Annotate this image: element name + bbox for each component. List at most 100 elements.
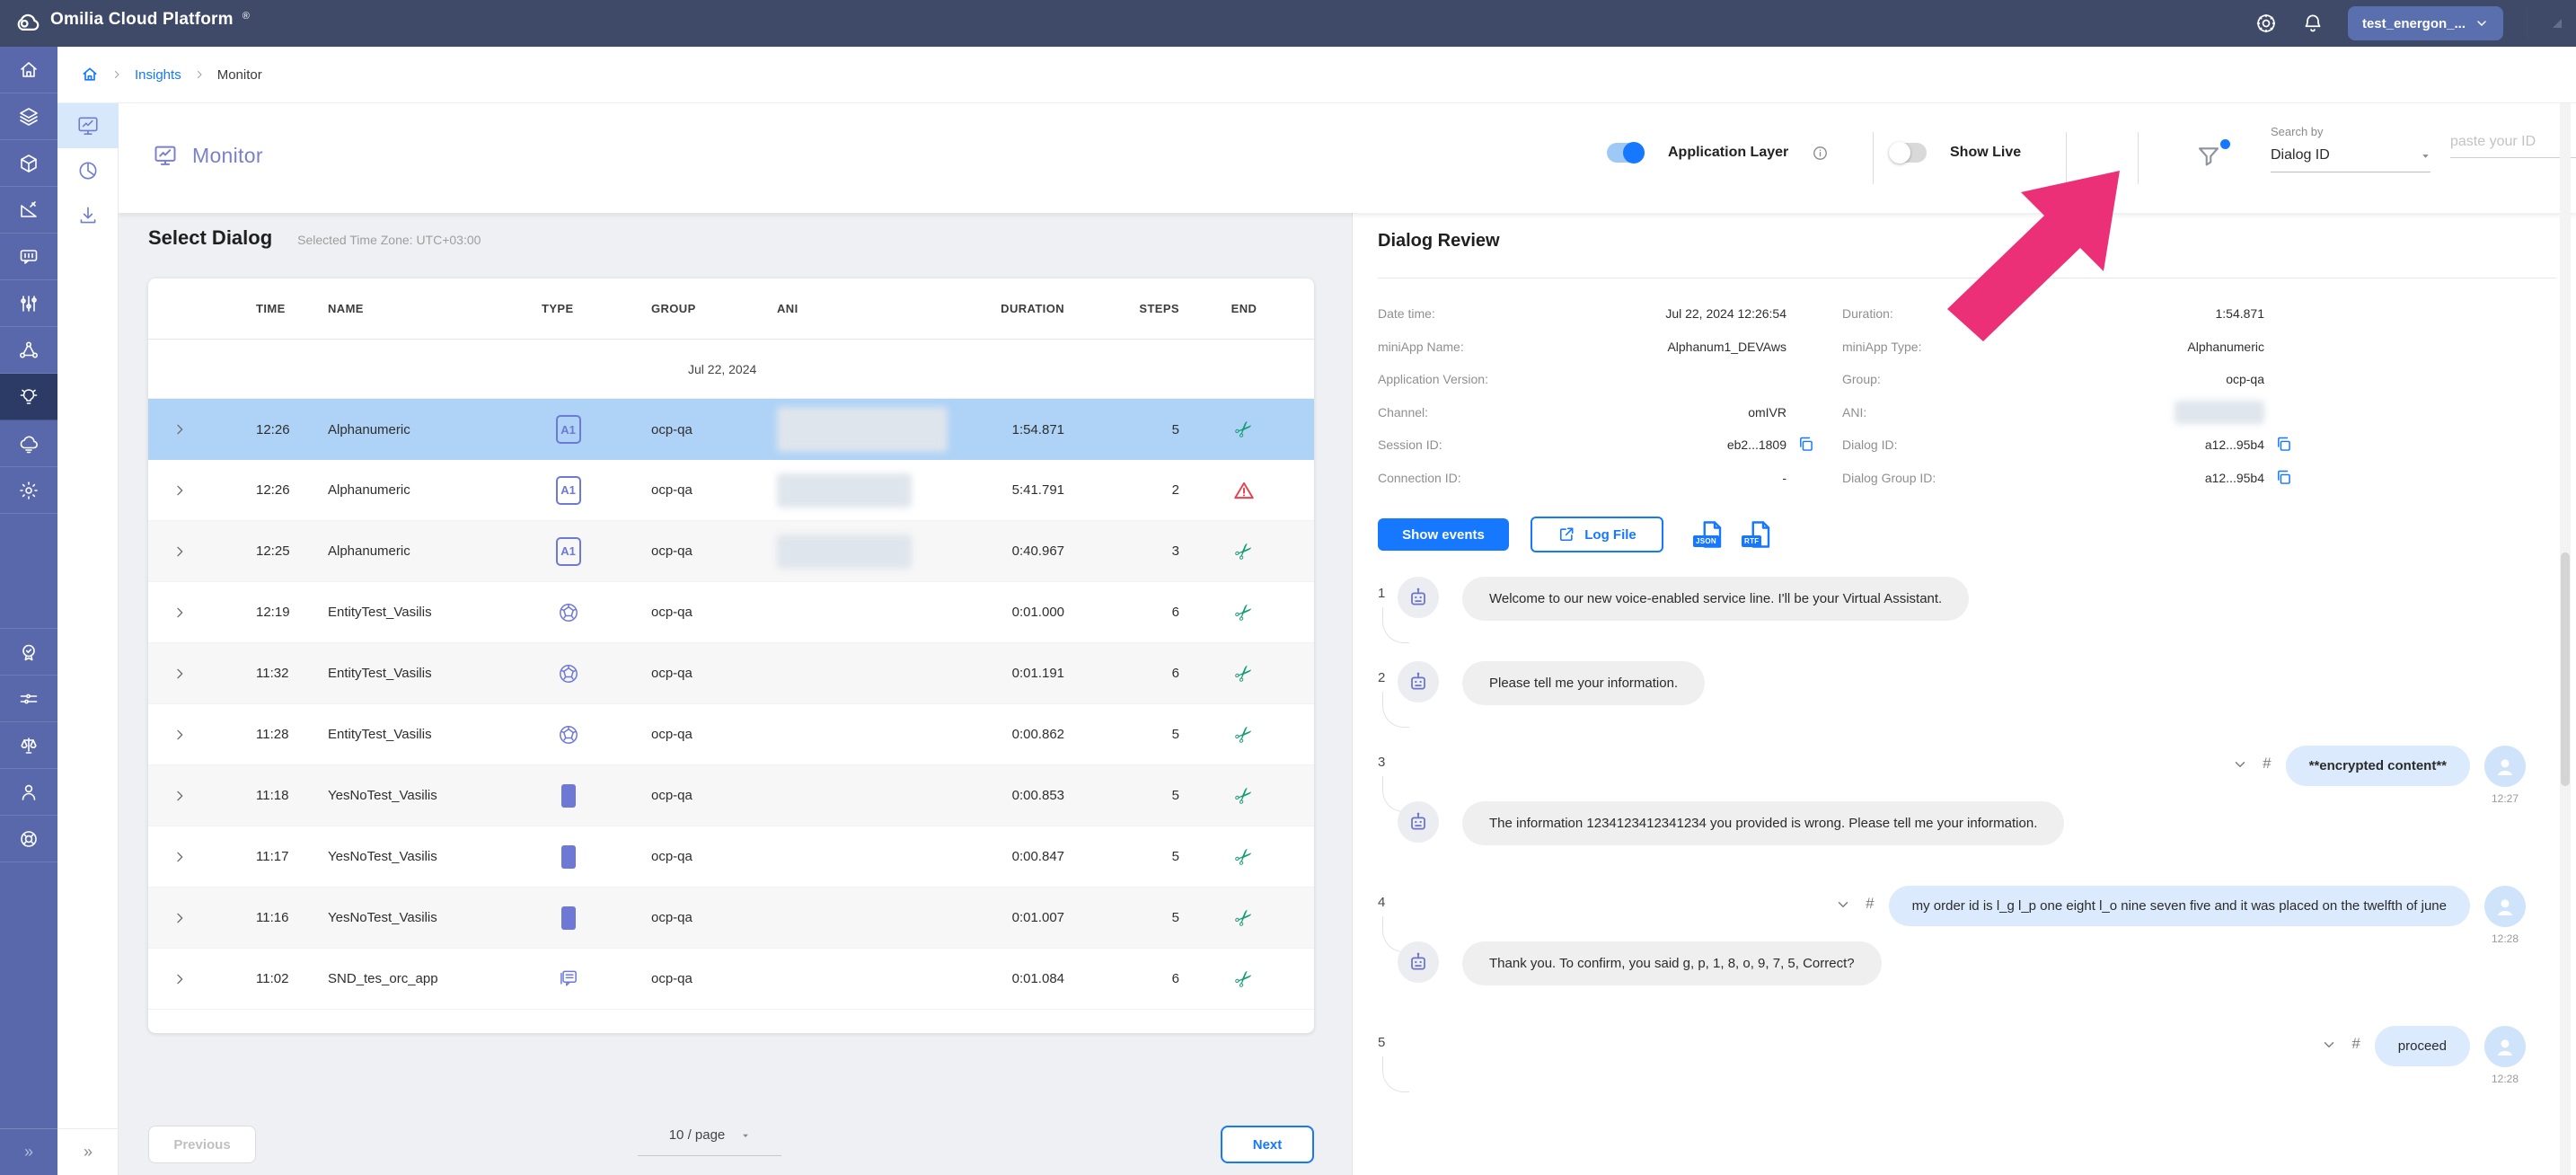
sidebar-item-layers[interactable] — [0, 93, 57, 140]
column-header-end: END — [1217, 302, 1271, 315]
home-icon — [18, 59, 40, 81]
caret-down-icon — [741, 1131, 750, 1140]
cell-steps: 5 — [1073, 910, 1217, 925]
field-label: miniApp Name: — [1378, 340, 1464, 354]
table-row[interactable]: 11:18YesNoTest_Vasilisocp-qa0:00.8535✂ — [148, 765, 1314, 826]
hash-toggle[interactable]: # — [2263, 755, 2271, 773]
show-events-button[interactable]: Show events — [1378, 518, 1509, 551]
subsidebar-item-export[interactable] — [57, 193, 119, 238]
row-expand-chevron-icon[interactable] — [148, 972, 211, 986]
copy-icon[interactable] — [2274, 435, 2293, 454]
search-input[interactable] — [2450, 134, 2576, 150]
table-row[interactable]: 11:16YesNoTest_Vasilisocp-qa0:01.0075✂ — [148, 888, 1314, 949]
end-completed-icon: ✂ — [1230, 720, 1257, 748]
next-page-button[interactable]: Next — [1221, 1126, 1314, 1163]
info-icon[interactable] — [1812, 145, 1829, 162]
sidebar-item-home[interactable] — [0, 47, 57, 93]
row-expand-chevron-icon[interactable] — [148, 544, 211, 559]
copy-icon[interactable] — [1796, 435, 1815, 454]
sidebar-item-conversations[interactable] — [0, 234, 57, 280]
row-expand-chevron-icon[interactable] — [148, 483, 211, 498]
cell-duration: 0:01.007 — [957, 910, 1073, 925]
scrollbar-thumb[interactable] — [2561, 552, 2570, 786]
hash-toggle[interactable]: # — [2351, 1035, 2360, 1053]
end-completed-icon: ✂ — [1230, 537, 1257, 565]
bot-message-bubble: Welcome to our new voice-enabled service… — [1462, 577, 1969, 621]
row-expand-chevron-icon[interactable] — [148, 605, 211, 620]
hash-toggle[interactable]: # — [1866, 895, 1874, 913]
deployments-icon — [18, 433, 40, 455]
sidebar-item-support[interactable] — [0, 816, 57, 862]
user-avatar-icon — [2484, 1026, 2526, 1067]
subsidebar-item-monitor[interactable] — [57, 103, 119, 148]
type-entity-icon — [557, 662, 580, 685]
collapse-chevron-icon[interactable] — [1835, 897, 1851, 913]
table-row[interactable]: 12:25AlphanumericA1ocp-qa0:40.9673✂ — [148, 521, 1314, 582]
table-row[interactable]: 12:26AlphanumericA1ocp-qa5:41.7912 — [148, 460, 1314, 521]
sidebar-item-modules[interactable] — [0, 140, 57, 187]
sidebar-item-certification[interactable] — [0, 629, 57, 676]
cell-name: YesNoTest_Vasilis — [305, 910, 525, 925]
copy-icon[interactable] — [2274, 468, 2293, 487]
table-row[interactable]: 11:17YesNoTest_Vasilisocp-qa0:00.8475✂ — [148, 826, 1314, 888]
bot-message: Please tell me your information. — [1398, 661, 1705, 705]
log-file-button[interactable]: Log File — [1531, 517, 1663, 552]
field-value: Jul 22, 2024 12:26:54 — [1665, 306, 1786, 321]
sidebar-item-settings[interactable] — [0, 467, 57, 514]
show-live-label: Show Live — [1950, 145, 2021, 161]
sidebar-item-tuning[interactable] — [0, 280, 57, 327]
download-json-button[interactable]: JSON — [1696, 518, 1732, 554]
step-number: 4 — [1378, 895, 1385, 910]
user-message-bubble: my order id is l_g l_p one eight l_o nin… — [1889, 886, 2470, 926]
column-header-steps: STEPS — [1073, 302, 1217, 315]
row-expand-chevron-icon[interactable] — [148, 728, 211, 742]
scrollbar-track[interactable] — [2560, 103, 2571, 1175]
cell-group: ocp-qa — [611, 849, 754, 864]
table-row[interactable]: 11:28EntityTest_Vasilisocp-qa0:00.8625✂ — [148, 704, 1314, 765]
sidebar-item-insights[interactable] — [0, 374, 57, 420]
breadcrumb-insights-link[interactable]: Insights — [135, 67, 181, 83]
subsidebar-expand-button[interactable]: » — [57, 1128, 119, 1175]
search-by-select[interactable]: Search by Dialog ID — [2271, 125, 2430, 172]
home-icon[interactable] — [81, 66, 99, 84]
column-header-group: GROUP — [611, 302, 754, 315]
sidebar-item-deployments[interactable] — [0, 420, 57, 467]
end-completed-icon: ✂ — [1230, 965, 1257, 993]
table-row[interactable]: 11:32EntityTest_Vasilisocp-qa0:01.1916✂ — [148, 643, 1314, 704]
modules-icon — [18, 153, 40, 174]
row-expand-chevron-icon[interactable] — [148, 667, 211, 681]
previous-page-button[interactable]: Previous — [148, 1126, 256, 1163]
collapse-chevron-icon[interactable] — [2321, 1037, 2337, 1053]
subsidebar-item-reports[interactable] — [57, 148, 119, 193]
step-number: 3 — [1378, 755, 1385, 770]
sidebar-expand-button[interactable]: » — [0, 1128, 57, 1175]
end-completed-icon: ✂ — [1230, 843, 1257, 870]
row-expand-chevron-icon[interactable] — [148, 850, 211, 864]
sidebar-item-integrations[interactable] — [0, 676, 57, 722]
row-expand-chevron-icon[interactable] — [148, 422, 211, 437]
sidebar-item-design[interactable] — [0, 187, 57, 234]
download-rtf-button[interactable]: RTF — [1744, 518, 1780, 554]
column-header-name: NAME — [305, 302, 525, 315]
end-error-icon — [1232, 479, 1256, 502]
settings-gear-icon[interactable] — [2254, 12, 2278, 35]
field-value: - — [1782, 471, 1786, 485]
table-row[interactable]: 12:19EntityTest_Vasilisocp-qa0:01.0006✂ — [148, 582, 1314, 643]
page-size-select[interactable]: 10 / page — [638, 1127, 781, 1156]
cell-group: ocp-qa — [611, 543, 754, 559]
table-row[interactable]: 12:26AlphanumericA1ocp-qa1:54.8715✂ — [148, 399, 1314, 460]
row-expand-chevron-icon[interactable] — [148, 911, 211, 925]
application-layer-toggle[interactable] — [1607, 143, 1645, 163]
account-switcher-button[interactable]: test_energon_... — [2348, 6, 2503, 40]
filter-funnel-icon[interactable] — [2195, 143, 2222, 170]
sidebar-item-compliance[interactable] — [0, 722, 57, 769]
cell-time: 11:32 — [211, 666, 305, 681]
cell-steps: 5 — [1073, 422, 1217, 437]
notifications-bell-icon[interactable] — [2301, 12, 2325, 35]
row-expand-chevron-icon[interactable] — [148, 789, 211, 803]
table-row[interactable]: 11:02SND_tes_orc_appocp-qa0:01.0846✂ — [148, 949, 1314, 1010]
sidebar-item-users[interactable] — [0, 769, 57, 816]
sidebar-item-orchestration[interactable] — [0, 327, 57, 374]
collapse-chevron-icon[interactable] — [2232, 756, 2248, 773]
show-live-toggle[interactable] — [1889, 143, 1927, 163]
